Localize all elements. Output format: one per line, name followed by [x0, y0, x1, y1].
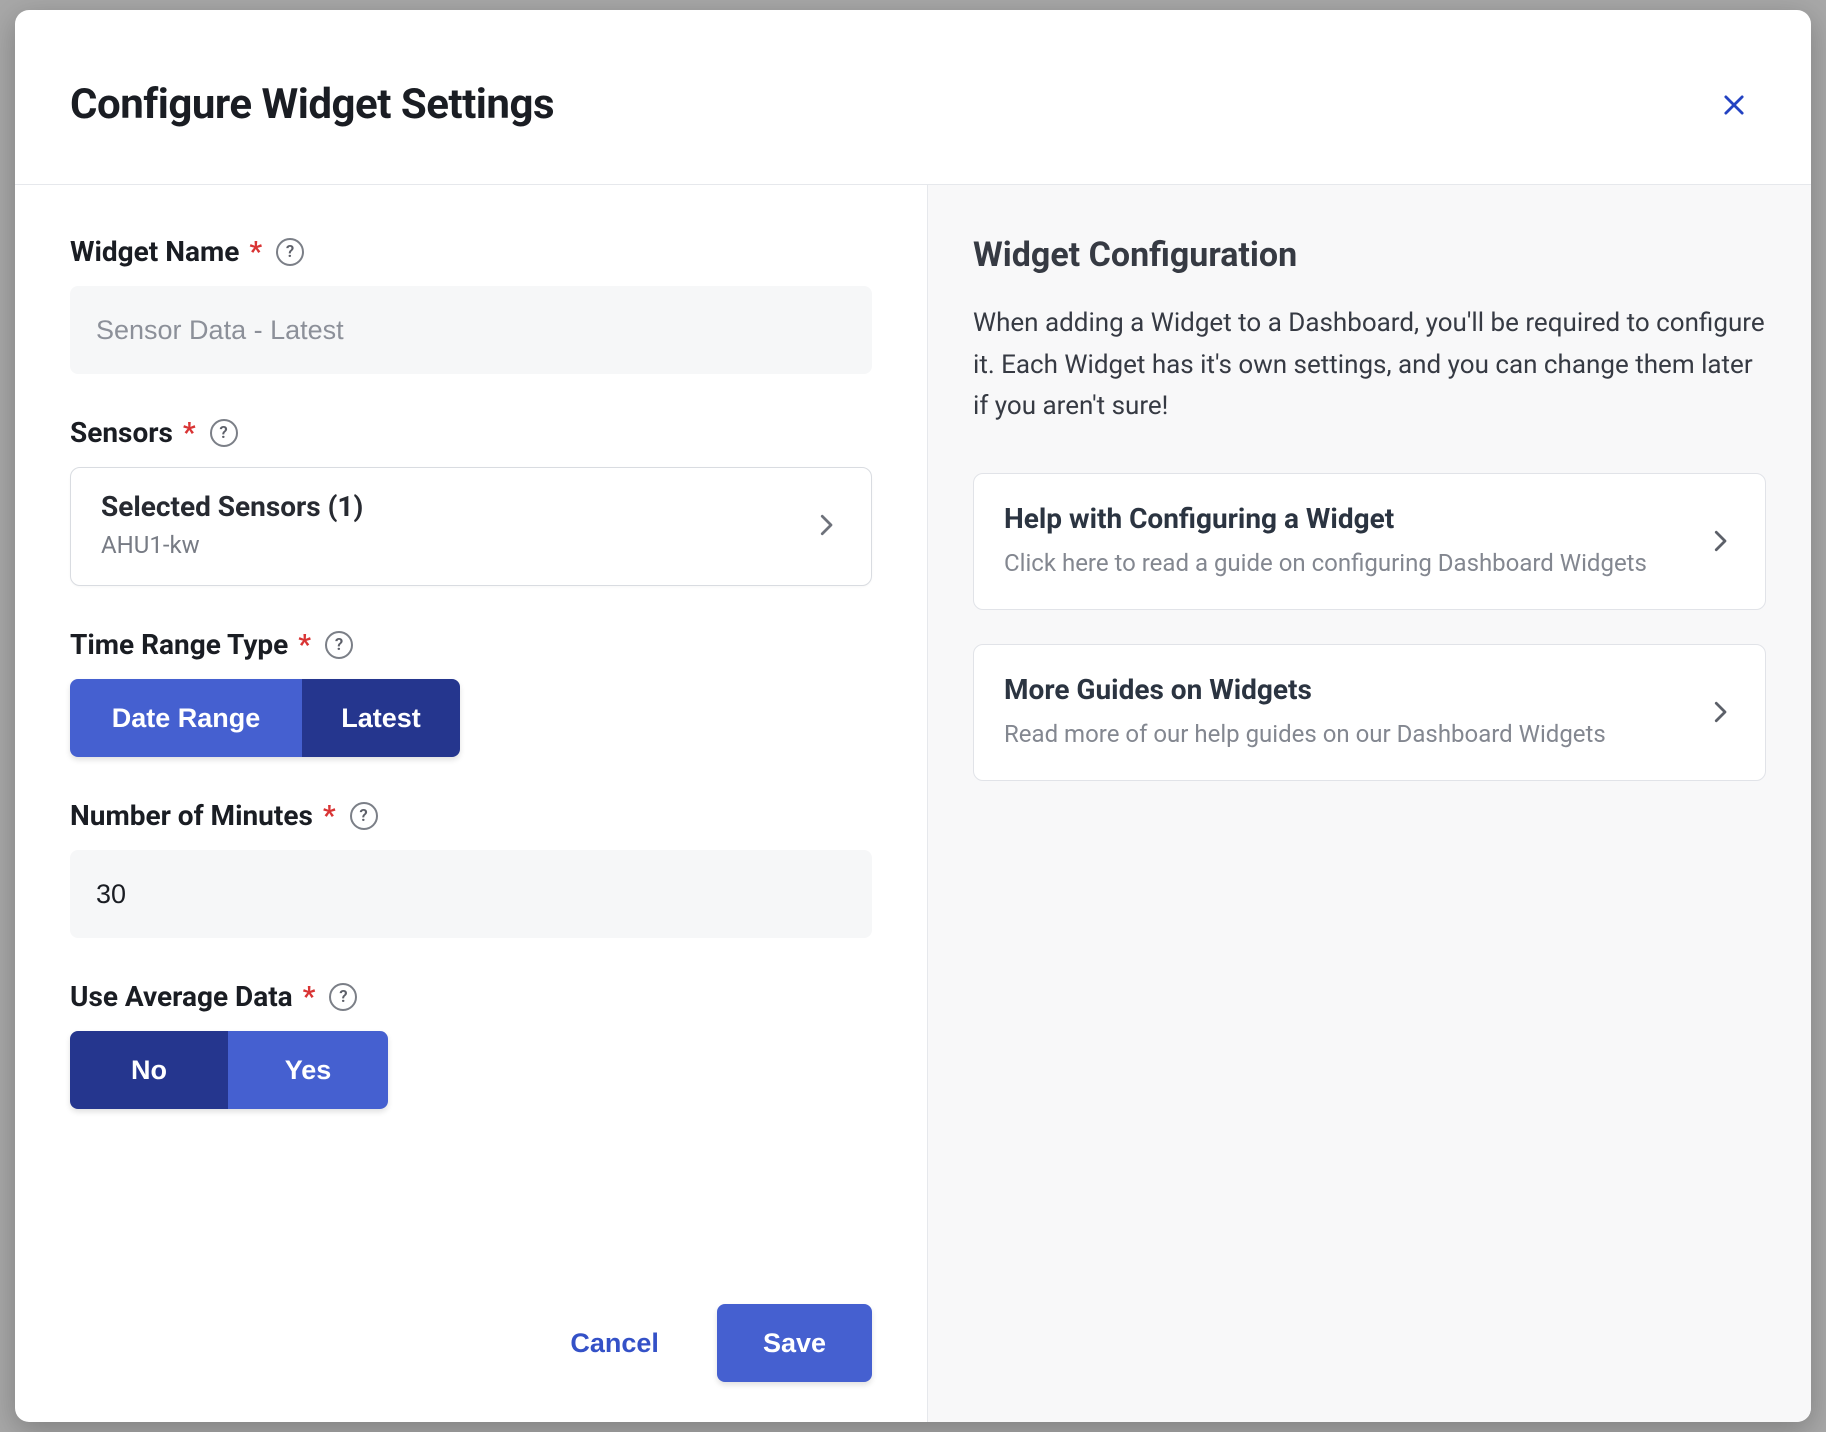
configure-widget-modal: Configure Widget Settings Widget Name * …	[15, 10, 1811, 1422]
widget-name-input[interactable]	[70, 286, 872, 374]
modal-header: Configure Widget Settings	[15, 10, 1811, 185]
close-button[interactable]	[1712, 83, 1756, 127]
widget-name-group: Widget Name * ?	[70, 235, 872, 374]
guide-subtitle: Read more of our help guides on our Dash…	[1004, 716, 1606, 752]
modal-title: Configure Widget Settings	[70, 80, 554, 129]
use-average-no-button[interactable]: No	[70, 1031, 228, 1109]
guide-card-help[interactable]: Help with Configuring a Widget Click her…	[973, 473, 1766, 610]
help-icon[interactable]: ?	[276, 238, 304, 266]
use-average-yes-button[interactable]: Yes	[228, 1031, 388, 1109]
guide-card-more[interactable]: More Guides on Widgets Read more of our …	[973, 644, 1766, 781]
selected-sensors-list: AHU1-kw	[101, 531, 363, 559]
minutes-label: Number of Minutes * ?	[70, 799, 872, 832]
required-asterisk: *	[183, 416, 196, 449]
guide-subtitle: Click here to read a guide on configurin…	[1004, 545, 1647, 581]
label-text: Sensors	[70, 416, 173, 449]
form-pane: Widget Name * ? Sensors * ? Selected Sen…	[15, 185, 927, 1422]
use-average-toggle: No Yes	[70, 1031, 388, 1109]
save-button[interactable]: Save	[717, 1304, 872, 1382]
time-range-group: Time Range Type * ? Date Range Latest	[70, 628, 872, 757]
required-asterisk: *	[303, 980, 316, 1013]
required-asterisk: *	[249, 235, 262, 268]
label-text: Use Average Data	[70, 980, 293, 1013]
help-icon[interactable]: ?	[329, 983, 357, 1011]
minutes-input[interactable]	[70, 850, 872, 938]
info-description: When adding a Widget to a Dashboard, you…	[973, 303, 1766, 428]
sensors-label: Sensors * ?	[70, 416, 872, 449]
modal-body: Widget Name * ? Sensors * ? Selected Sen…	[15, 185, 1811, 1422]
chevron-right-icon	[1705, 526, 1735, 556]
info-pane: Widget Configuration When adding a Widge…	[927, 185, 1811, 1422]
chevron-right-icon	[811, 510, 841, 540]
guide-title: Help with Configuring a Widget	[1004, 502, 1647, 535]
time-range-toggle: Date Range Latest	[70, 679, 460, 757]
chevron-right-icon	[1705, 697, 1735, 727]
time-range-label: Time Range Type * ?	[70, 628, 872, 661]
label-text: Widget Name	[70, 235, 239, 268]
info-title: Widget Configuration	[973, 235, 1766, 275]
use-average-label: Use Average Data * ?	[70, 980, 872, 1013]
help-icon[interactable]: ?	[325, 631, 353, 659]
cancel-button[interactable]: Cancel	[552, 1308, 677, 1379]
guide-text: More Guides on Widgets Read more of our …	[1004, 673, 1606, 752]
selected-sensors-title: Selected Sensors (1)	[101, 490, 363, 523]
close-icon	[1720, 91, 1748, 119]
help-icon[interactable]: ?	[350, 802, 378, 830]
use-average-group: Use Average Data * ? No Yes	[70, 980, 872, 1109]
minutes-group: Number of Minutes * ?	[70, 799, 872, 938]
sensor-card-text: Selected Sensors (1) AHU1-kw	[101, 490, 363, 559]
required-asterisk: *	[298, 628, 311, 661]
help-icon[interactable]: ?	[210, 419, 238, 447]
widget-name-label: Widget Name * ?	[70, 235, 872, 268]
guide-title: More Guides on Widgets	[1004, 673, 1606, 706]
time-range-latest-button[interactable]: Latest	[302, 679, 460, 757]
label-text: Time Range Type	[70, 628, 288, 661]
sensors-group: Sensors * ? Selected Sensors (1) AHU1-kw	[70, 416, 872, 586]
footer-actions: Cancel Save	[70, 1284, 872, 1382]
label-text: Number of Minutes	[70, 799, 313, 832]
guide-text: Help with Configuring a Widget Click her…	[1004, 502, 1647, 581]
time-range-date-range-button[interactable]: Date Range	[70, 679, 302, 757]
required-asterisk: *	[323, 799, 336, 832]
selected-sensors-card[interactable]: Selected Sensors (1) AHU1-kw	[70, 467, 872, 586]
